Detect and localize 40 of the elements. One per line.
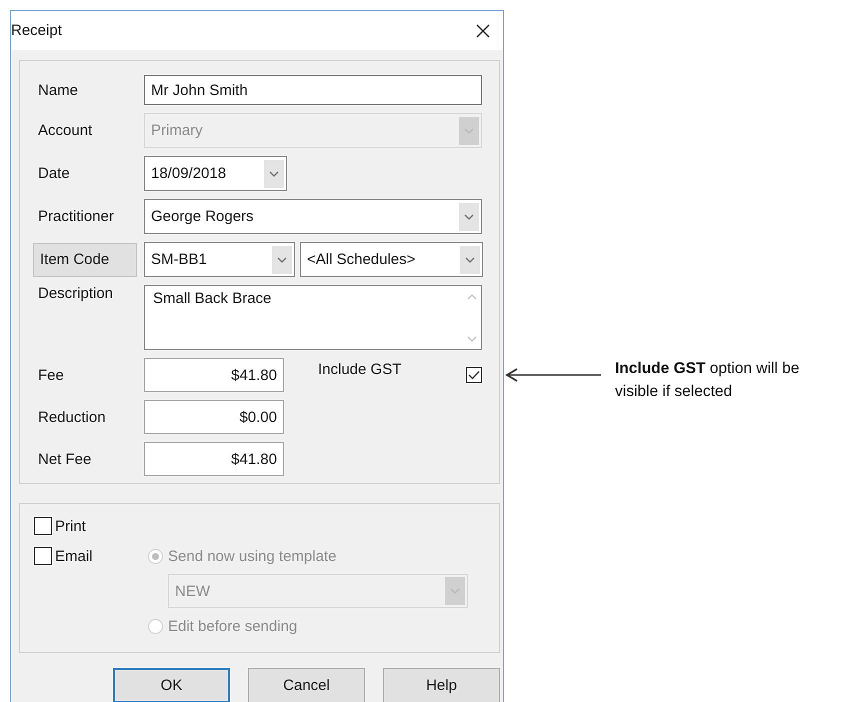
field-label: Date [38, 165, 71, 182]
field-label: Account [38, 122, 94, 139]
text-area[interactable]: Small Back Brace [144, 285, 482, 350]
annotation-text: Include GST option will be visible if selected [615, 359, 800, 402]
field-label: Fee [38, 366, 65, 384]
close-icon [475, 22, 491, 38]
check-icon [468, 370, 480, 380]
checkbox-label: Email [55, 548, 93, 564]
field-label: Net Fee [38, 450, 92, 468]
dialog-button[interactable]: OK [113, 668, 230, 702]
radio-label: Send now using template [168, 548, 336, 564]
chevron-icon [459, 116, 479, 144]
chevron-icon [272, 246, 292, 274]
dialog-button[interactable]: Help [383, 668, 500, 702]
dropdown[interactable]: 18/09/2018 [144, 156, 287, 191]
checkbox[interactable] [466, 367, 482, 383]
field-label: Reduction [38, 408, 107, 426]
chevron-icon [460, 246, 480, 274]
dropdown[interactable]: <All Schedules> [300, 242, 483, 277]
item-code-button[interactable]: Item Code [33, 242, 137, 276]
checkbox-label: Print [55, 518, 86, 534]
checkbox[interactable] [34, 517, 52, 535]
dropdown[interactable]: George Rogers [144, 199, 482, 234]
dropdown[interactable]: SM-BB1 [144, 242, 295, 277]
checkbox[interactable] [34, 547, 52, 565]
field-label: Practitioner [38, 208, 115, 225]
input-field[interactable]: $0.00 [144, 400, 284, 434]
input-field[interactable]: Mr John Smith [144, 75, 482, 105]
input-field[interactable]: $41.80 [144, 442, 284, 476]
field-label: Description [38, 285, 114, 302]
dialog-button[interactable]: Cancel [248, 668, 365, 702]
window-title: Receipt [11, 22, 62, 39]
input-field[interactable]: $41.80 [144, 358, 284, 392]
chevron-icon [445, 577, 465, 605]
radio-label: Edit before sending [168, 618, 298, 634]
chevron-icon [459, 202, 479, 230]
arrow-icon [505, 368, 601, 382]
chevron-icon [264, 160, 284, 188]
field-label: Name [38, 82, 80, 98]
checkbox-label: Include GST [318, 361, 402, 378]
